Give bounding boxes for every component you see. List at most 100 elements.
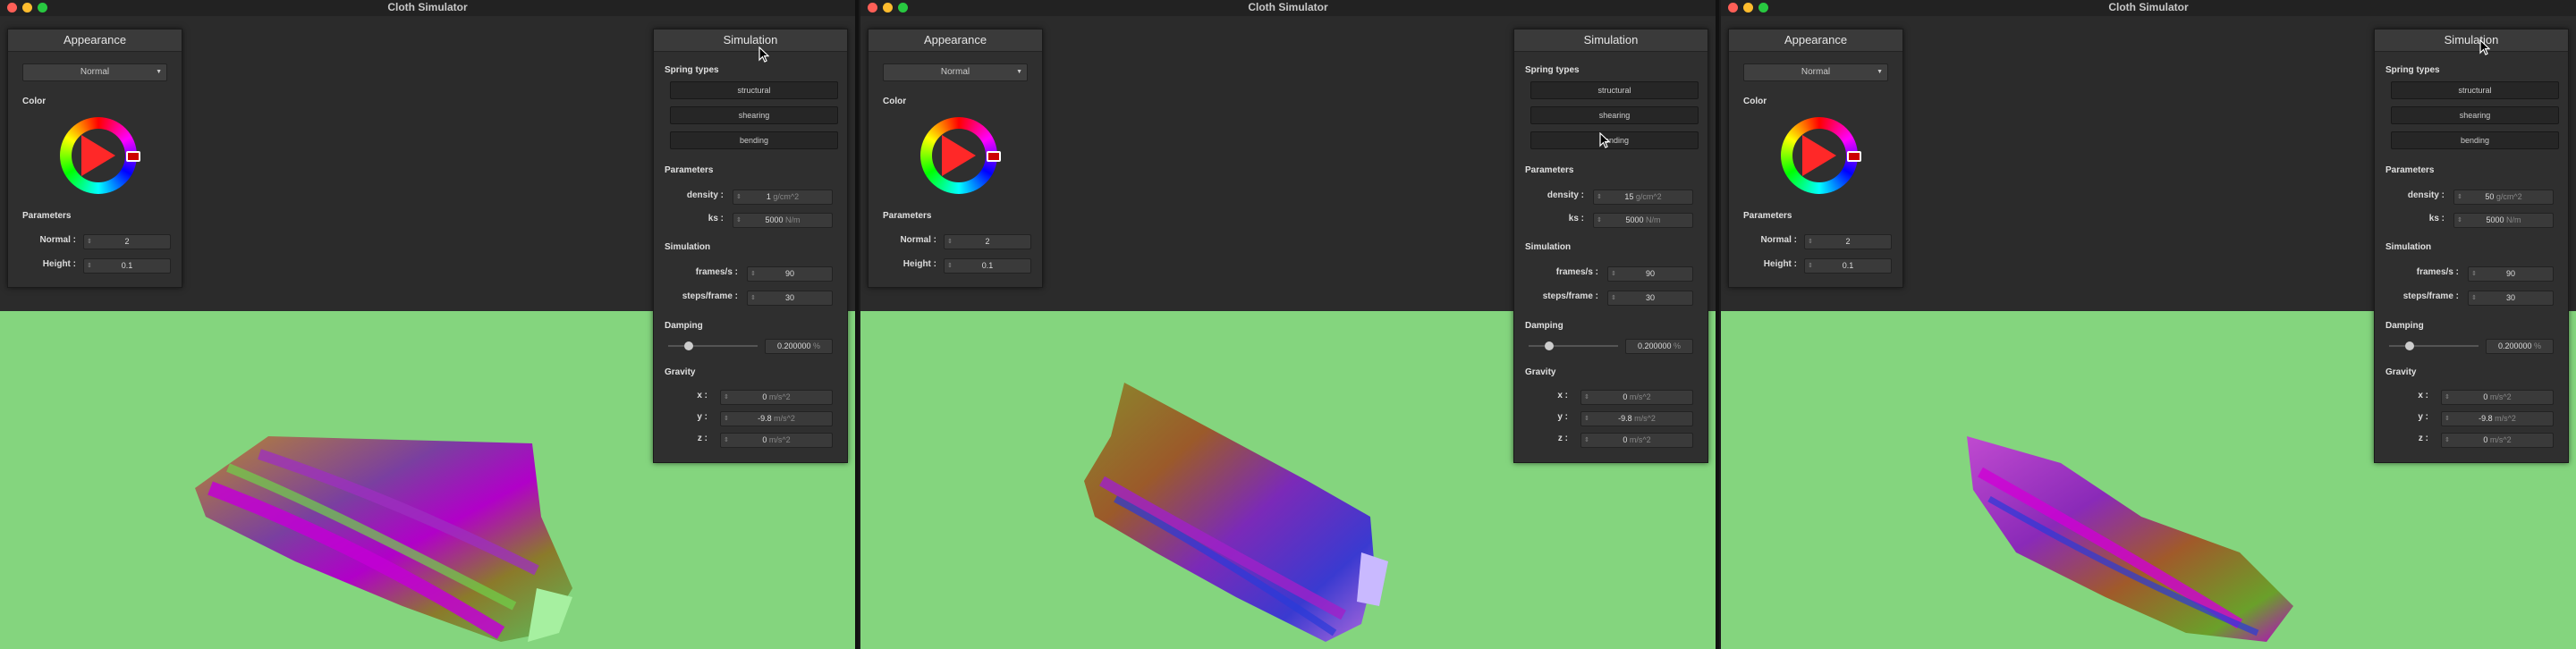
fps-label: frames/s : bbox=[2416, 267, 2459, 277]
stepper-icon[interactable]: ⇕ bbox=[1597, 214, 1602, 227]
steps-per-frame-field[interactable]: ⇕ 30 bbox=[2468, 291, 2554, 306]
slider-thumb[interactable] bbox=[684, 341, 693, 350]
normal-field[interactable]: ⇕ 2 bbox=[1804, 234, 1892, 249]
damping-field[interactable]: 0.200000 % bbox=[765, 339, 833, 354]
stepper-icon[interactable]: ⇕ bbox=[947, 259, 953, 273]
structural-spring-button[interactable]: structural bbox=[1530, 81, 1699, 99]
bending-spring-button[interactable]: bending bbox=[1530, 131, 1699, 149]
stepper-icon[interactable]: ⇕ bbox=[87, 235, 92, 249]
color-triangle[interactable] bbox=[81, 135, 115, 176]
normal-field[interactable]: ⇕ 2 bbox=[944, 234, 1031, 249]
stepper-icon[interactable]: ⇕ bbox=[724, 412, 729, 426]
fps-field[interactable]: ⇕ 90 bbox=[1607, 266, 1693, 282]
gravity-x-field[interactable]: ⇕ 0 m/s^2 bbox=[720, 390, 833, 405]
stepper-icon[interactable]: ⇕ bbox=[2471, 267, 2477, 281]
stepper-icon[interactable]: ⇕ bbox=[1584, 412, 1589, 426]
stepper-icon[interactable]: ⇕ bbox=[2457, 214, 2462, 227]
stepper-icon[interactable]: ⇕ bbox=[2445, 412, 2450, 426]
height-field[interactable]: ⇕ 0.1 bbox=[1804, 258, 1892, 274]
density-unit: g/cm^2 bbox=[2496, 192, 2522, 201]
hue-selector-handle[interactable] bbox=[987, 151, 1001, 162]
shearing-spring-button[interactable]: shearing bbox=[2391, 106, 2559, 124]
gravity-y-field[interactable]: ⇕ -9.8 m/s^2 bbox=[2441, 411, 2554, 426]
damping-slider[interactable] bbox=[1529, 341, 1618, 351]
color-wheel[interactable] bbox=[920, 117, 1001, 194]
stepper-icon[interactable]: ⇕ bbox=[2471, 291, 2477, 305]
fps-field[interactable]: ⇕ 90 bbox=[747, 266, 833, 282]
appearance-panel: Appearance Normal ▼ Color Parameters Nor… bbox=[868, 29, 1043, 288]
height-field[interactable]: ⇕ 0.1 bbox=[944, 258, 1031, 274]
gravity-z-field[interactable]: ⇕ 0 m/s^2 bbox=[2441, 433, 2554, 448]
ks-label: ks : bbox=[1568, 214, 1584, 223]
shearing-spring-button[interactable]: shearing bbox=[670, 106, 838, 124]
stepper-icon[interactable]: ⇕ bbox=[1808, 235, 1813, 249]
color-wheel[interactable] bbox=[1781, 117, 1861, 194]
gravity-x-field[interactable]: ⇕ 0 m/s^2 bbox=[1580, 390, 1693, 405]
appearance-panel-title[interactable]: Appearance bbox=[1729, 30, 1902, 52]
steps-per-frame-value: 30 bbox=[1645, 293, 1655, 302]
render-mode-dropdown[interactable]: Normal ▼ bbox=[883, 63, 1028, 81]
stepper-icon[interactable]: ⇕ bbox=[736, 214, 741, 227]
simulation-panel-title[interactable]: Simulation bbox=[2375, 30, 2568, 52]
structural-spring-button[interactable]: structural bbox=[670, 81, 838, 99]
steps-per-frame-field[interactable]: ⇕ 30 bbox=[1607, 291, 1693, 306]
hue-selector-handle[interactable] bbox=[1847, 151, 1861, 162]
stepper-icon[interactable]: ⇕ bbox=[750, 267, 756, 281]
stepper-icon[interactable]: ⇕ bbox=[1597, 190, 1602, 204]
color-wheel[interactable] bbox=[60, 117, 140, 194]
slider-thumb[interactable] bbox=[2405, 341, 2414, 350]
spring-types-label: Spring types bbox=[1525, 65, 1580, 75]
slider-thumb[interactable] bbox=[1545, 341, 1554, 350]
stepper-icon[interactable]: ⇕ bbox=[1611, 291, 1616, 305]
render-mode-dropdown[interactable]: Normal ▼ bbox=[1743, 63, 1888, 81]
stepper-icon[interactable]: ⇕ bbox=[1808, 259, 1813, 273]
normal-field[interactable]: ⇕ 2 bbox=[83, 234, 171, 249]
gravity-z-field[interactable]: ⇕ 0 m/s^2 bbox=[720, 433, 833, 448]
damping-field[interactable]: 0.200000 % bbox=[1625, 339, 1693, 354]
height-label: Height : bbox=[1763, 259, 1797, 269]
shearing-spring-button[interactable]: shearing bbox=[1530, 106, 1699, 124]
fps-field[interactable]: ⇕ 90 bbox=[2468, 266, 2554, 282]
hue-selector-handle[interactable] bbox=[126, 151, 140, 162]
height-field[interactable]: ⇕ 0.1 bbox=[83, 258, 171, 274]
steps-per-frame-field[interactable]: ⇕ 30 bbox=[747, 291, 833, 306]
stepper-icon[interactable]: ⇕ bbox=[2445, 391, 2450, 404]
stepper-icon[interactable]: ⇕ bbox=[2445, 434, 2450, 447]
stepper-icon[interactable]: ⇕ bbox=[1584, 391, 1589, 404]
gravity-y-field[interactable]: ⇕ -9.8 m/s^2 bbox=[1580, 411, 1693, 426]
simulation-panel-title[interactable]: Simulation bbox=[1514, 30, 1707, 52]
damping-slider[interactable] bbox=[2389, 341, 2479, 351]
simulation-panel-title[interactable]: Simulation bbox=[654, 30, 847, 52]
damping-field[interactable]: 0.200000 % bbox=[2486, 339, 2554, 354]
ks-field[interactable]: ⇕ 5000 N/m bbox=[733, 213, 833, 228]
density-field[interactable]: ⇕ 15 g/cm^2 bbox=[1593, 190, 1693, 205]
stepper-icon[interactable]: ⇕ bbox=[750, 291, 756, 305]
gravity-x-field[interactable]: ⇕ 0 m/s^2 bbox=[2441, 390, 2554, 405]
render-mode-dropdown[interactable]: Normal ▼ bbox=[22, 63, 167, 81]
stepper-icon[interactable]: ⇕ bbox=[724, 434, 729, 447]
stepper-icon[interactable]: ⇕ bbox=[2457, 190, 2462, 204]
color-triangle[interactable] bbox=[942, 135, 976, 176]
density-field[interactable]: ⇕ 1 g/cm^2 bbox=[733, 190, 833, 205]
stepper-icon[interactable]: ⇕ bbox=[1584, 434, 1589, 447]
bending-spring-button[interactable]: bending bbox=[670, 131, 838, 149]
ks-field[interactable]: ⇕ 5000 N/m bbox=[1593, 213, 1693, 228]
appearance-panel-title[interactable]: Appearance bbox=[869, 30, 1042, 52]
appearance-panel-title[interactable]: Appearance bbox=[8, 30, 182, 52]
gravity-z-field[interactable]: ⇕ 0 m/s^2 bbox=[1580, 433, 1693, 448]
stepper-icon[interactable]: ⇕ bbox=[947, 235, 953, 249]
mouse-cursor-icon bbox=[1599, 132, 1610, 148]
gravity-y-field[interactable]: ⇕ -9.8 m/s^2 bbox=[720, 411, 833, 426]
structural-spring-button[interactable]: structural bbox=[2391, 81, 2559, 99]
fps-value: 90 bbox=[2505, 269, 2515, 278]
damping-slider[interactable] bbox=[668, 341, 758, 351]
stepper-icon[interactable]: ⇕ bbox=[87, 259, 92, 273]
stepper-icon[interactable]: ⇕ bbox=[736, 190, 741, 204]
color-triangle[interactable] bbox=[1802, 135, 1836, 176]
ks-field[interactable]: ⇕ 5000 N/m bbox=[2453, 213, 2554, 228]
stepper-icon[interactable]: ⇕ bbox=[1611, 267, 1616, 281]
density-field[interactable]: ⇕ 50 g/cm^2 bbox=[2453, 190, 2554, 205]
stepper-icon[interactable]: ⇕ bbox=[724, 391, 729, 404]
normal-label: Normal : bbox=[900, 235, 936, 245]
bending-spring-button[interactable]: bending bbox=[2391, 131, 2559, 149]
